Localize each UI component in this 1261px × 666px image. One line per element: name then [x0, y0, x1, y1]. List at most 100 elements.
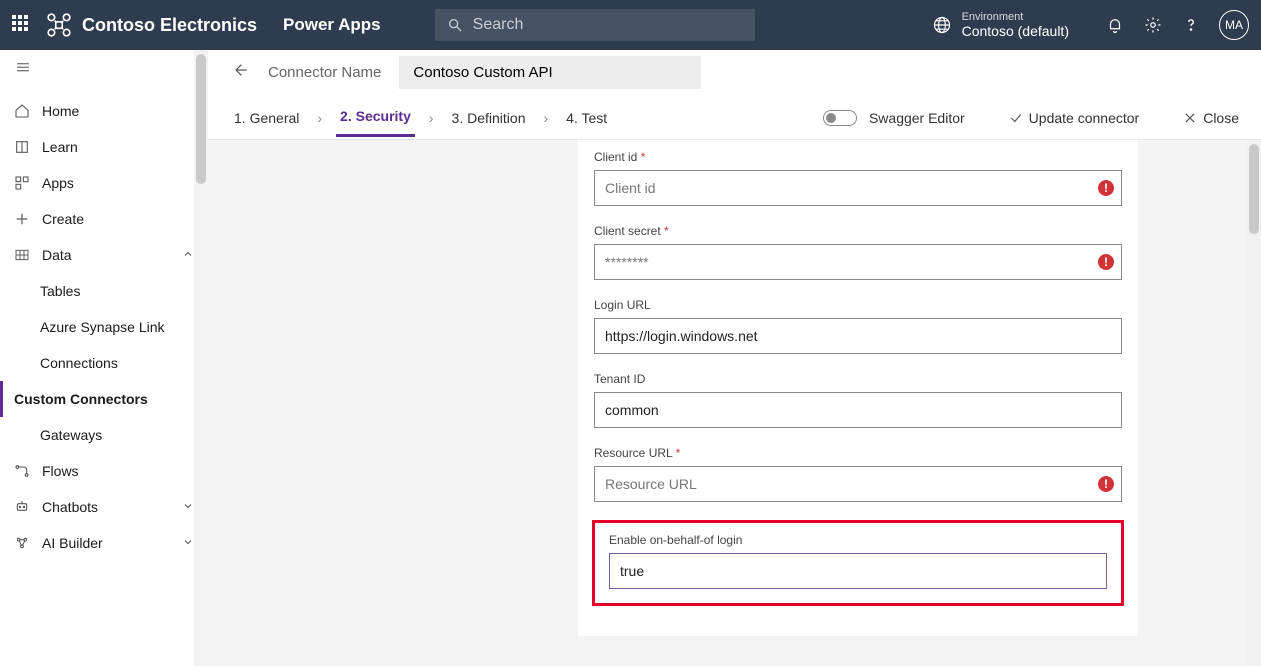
environment-picker[interactable]: Environment Contoso (default): [932, 11, 1069, 39]
input-client-secret[interactable]: [594, 244, 1122, 280]
highlight-obo: Enable on-behalf-of login: [592, 520, 1124, 606]
field-tenant-id: Tenant ID: [594, 372, 1122, 428]
field-obo: Enable on-behalf-of login: [609, 533, 1107, 589]
field-client-secret: Client secret !: [594, 224, 1122, 280]
sidebar-item-tables[interactable]: Tables: [0, 273, 208, 309]
top-icons: MA: [1105, 10, 1249, 40]
sidebar-item-synapse[interactable]: Azure Synapse Link: [0, 309, 208, 345]
input-client-id[interactable]: [594, 170, 1122, 206]
waffle-icon[interactable]: [12, 15, 32, 35]
error-icon: !: [1098, 476, 1114, 492]
form-panel: Client id ! Client secret ! Login URL: [208, 140, 1261, 666]
label-login-url: Login URL: [594, 298, 1122, 312]
bot-icon: [14, 499, 30, 515]
sidebar-label: Create: [42, 211, 84, 227]
sidebar-item-apps[interactable]: Apps: [0, 165, 208, 201]
sidebar-item-flows[interactable]: Flows: [0, 453, 208, 489]
ai-icon: [14, 535, 30, 551]
plus-icon: [14, 211, 30, 227]
toggle-icon: [823, 110, 857, 126]
field-client-id: Client id !: [594, 150, 1122, 206]
sidebar-item-ai-builder[interactable]: AI Builder: [0, 525, 208, 561]
field-resource-url: Resource URL !: [594, 446, 1122, 502]
form-card: Client id ! Client secret ! Login URL: [578, 140, 1138, 636]
home-icon: [14, 103, 30, 119]
breadcrumb-label: Connector Name: [268, 64, 381, 81]
update-connector-button[interactable]: Update connector: [1009, 110, 1140, 126]
chevron-down-icon: [182, 535, 194, 551]
sidebar-item-custom-connectors[interactable]: Custom Connectors: [0, 381, 208, 417]
sidebar-label: Tables: [40, 283, 80, 299]
chevron-up-icon: [182, 247, 194, 263]
brand[interactable]: Contoso Electronics: [46, 12, 257, 38]
scrollbar-thumb[interactable]: [196, 54, 206, 184]
sidebar-label: Flows: [42, 463, 79, 479]
main-scrollbar[interactable]: [1247, 140, 1261, 666]
top-bar: Contoso Electronics Power Apps Search En…: [0, 0, 1261, 50]
field-login-url: Login URL: [594, 298, 1122, 354]
apps-icon: [14, 175, 30, 191]
input-tenant-id[interactable]: [594, 392, 1122, 428]
sidebar-label: Chatbots: [42, 499, 98, 515]
connector-name-input[interactable]: Contoso Custom API: [399, 56, 701, 89]
sidebar-item-data[interactable]: Data: [0, 237, 208, 273]
input-login-url[interactable]: [594, 318, 1122, 354]
app-name[interactable]: Power Apps: [283, 15, 381, 35]
swagger-toggle[interactable]: Swagger Editor: [823, 110, 965, 126]
close-button[interactable]: Close: [1183, 110, 1239, 126]
update-label: Update connector: [1029, 110, 1140, 126]
sidebar-scrollbar[interactable]: [194, 50, 208, 666]
sidebar-item-create[interactable]: Create: [0, 201, 208, 237]
flow-icon: [14, 463, 30, 479]
wizard-bar: 1. General › 2. Security › 3. Definition…: [208, 96, 1261, 140]
globe-icon: [932, 15, 952, 35]
sidebar-label: Azure Synapse Link: [40, 319, 165, 335]
search-icon: [447, 17, 463, 33]
wizard-step-security[interactable]: 2. Security: [336, 98, 415, 137]
sidebar-item-connections[interactable]: Connections: [0, 345, 208, 381]
input-obo[interactable]: [609, 553, 1107, 589]
wizard-step-test[interactable]: 4. Test: [562, 100, 611, 136]
sidebar-label: Custom Connectors: [14, 391, 148, 407]
brand-text: Contoso Electronics: [82, 15, 257, 36]
chevron-down-icon: [182, 499, 194, 515]
scrollbar-thumb[interactable]: [1249, 144, 1259, 234]
drone-icon: [46, 12, 72, 38]
label-client-id: Client id: [594, 150, 1122, 164]
book-icon: [14, 139, 30, 155]
label-tenant-id: Tenant ID: [594, 372, 1122, 386]
error-icon: !: [1098, 180, 1114, 196]
breadcrumb: Connector Name Contoso Custom API: [208, 50, 1261, 96]
chevron-right-icon: ›: [543, 110, 548, 126]
help-icon[interactable]: [1181, 15, 1201, 35]
main-area: Connector Name Contoso Custom API 1. Gen…: [208, 50, 1261, 666]
close-icon: [1183, 111, 1197, 125]
sidebar-label: Gateways: [40, 427, 102, 443]
back-button[interactable]: [230, 62, 250, 83]
close-label: Close: [1203, 110, 1239, 126]
check-icon: [1009, 111, 1023, 125]
hamburger-icon[interactable]: [0, 50, 208, 93]
sidebar-label: AI Builder: [42, 535, 103, 551]
sidebar-label: Data: [42, 247, 72, 263]
label-resource-url: Resource URL: [594, 446, 1122, 460]
sidebar-item-chatbots[interactable]: Chatbots: [0, 489, 208, 525]
sidebar-item-gateways[interactable]: Gateways: [0, 417, 208, 453]
wizard-step-general[interactable]: 1. General: [230, 100, 303, 136]
chevron-right-icon: ›: [317, 110, 322, 126]
bell-icon[interactable]: [1105, 15, 1125, 35]
sidebar-item-home[interactable]: Home: [0, 93, 208, 129]
env-label: Environment: [962, 11, 1069, 23]
chevron-right-icon: ›: [429, 110, 434, 126]
input-resource-url[interactable]: [594, 466, 1122, 502]
search-input[interactable]: Search: [435, 9, 755, 41]
wizard-step-definition[interactable]: 3. Definition: [448, 100, 530, 136]
gear-icon[interactable]: [1143, 15, 1163, 35]
sidebar-label: Apps: [42, 175, 74, 191]
profile-avatar[interactable]: MA: [1219, 10, 1249, 40]
sidebar: Home Learn Apps Create Data Tables Azure…: [0, 50, 208, 666]
sidebar-item-learn[interactable]: Learn: [0, 129, 208, 165]
sidebar-label: Learn: [42, 139, 78, 155]
grid-icon: [14, 247, 30, 263]
swagger-label: Swagger Editor: [869, 110, 965, 126]
